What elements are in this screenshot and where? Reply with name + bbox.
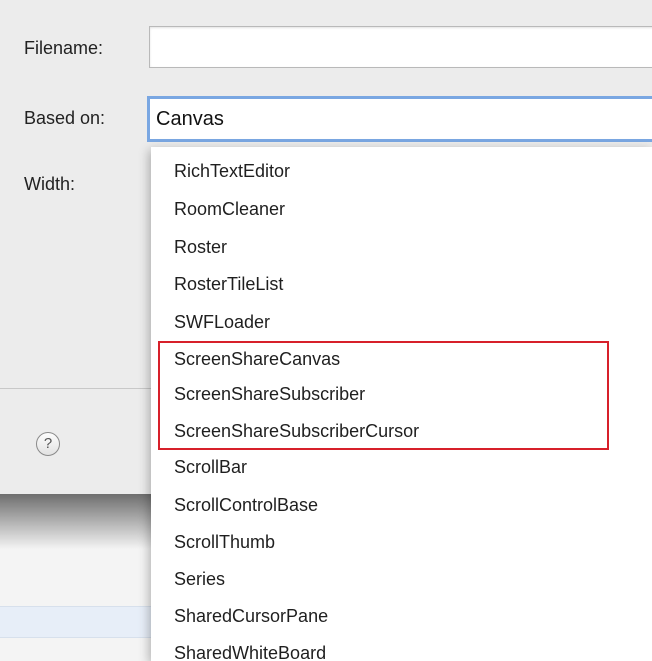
filename-label: Filename: [24,38,104,58]
dropdown-item-screensharecanvas[interactable]: ScreenShareCanvas [151,341,652,377]
dropdown-item-roster[interactable]: Roster [151,229,652,265]
based-on-dropdown-list: RichTextEditor RoomCleaner Roster Roster… [151,147,652,661]
dropdown-item-roomcleaner[interactable]: RoomCleaner [151,191,652,227]
dropdown-item-sharedwhiteboard[interactable]: SharedWhiteBoard [151,635,652,661]
dropdown-item-screensharesubscriber[interactable]: ScreenShareSubscriber [151,376,652,412]
dropdown-item-rostertilelist[interactable]: RosterTileList [151,266,652,302]
dropdown-item-richtexteditor[interactable]: RichTextEditor [151,153,652,189]
width-label: Width: [24,174,76,194]
dropdown-item-series[interactable]: Series [151,561,652,597]
dropdown-item-scrollthumb[interactable]: ScrollThumb [151,524,652,560]
help-icon[interactable]: ? [36,432,60,456]
filename-input[interactable] [149,26,652,68]
dropdown-item-screensharesubscribercursor[interactable]: ScreenShareSubscriberCursor [151,413,652,449]
dropdown-item-swfloader[interactable]: SWFLoader [151,304,652,340]
dropdown-item-scrollbar[interactable]: ScrollBar [151,449,652,485]
dropdown-item-sharedcursorpane[interactable]: SharedCursorPane [151,598,652,634]
based-on-label: Based on: [24,108,106,128]
based-on-combobox[interactable]: Canvas [147,96,652,142]
dropdown-item-scrollcontrolbase[interactable]: ScrollControlBase [151,487,652,523]
